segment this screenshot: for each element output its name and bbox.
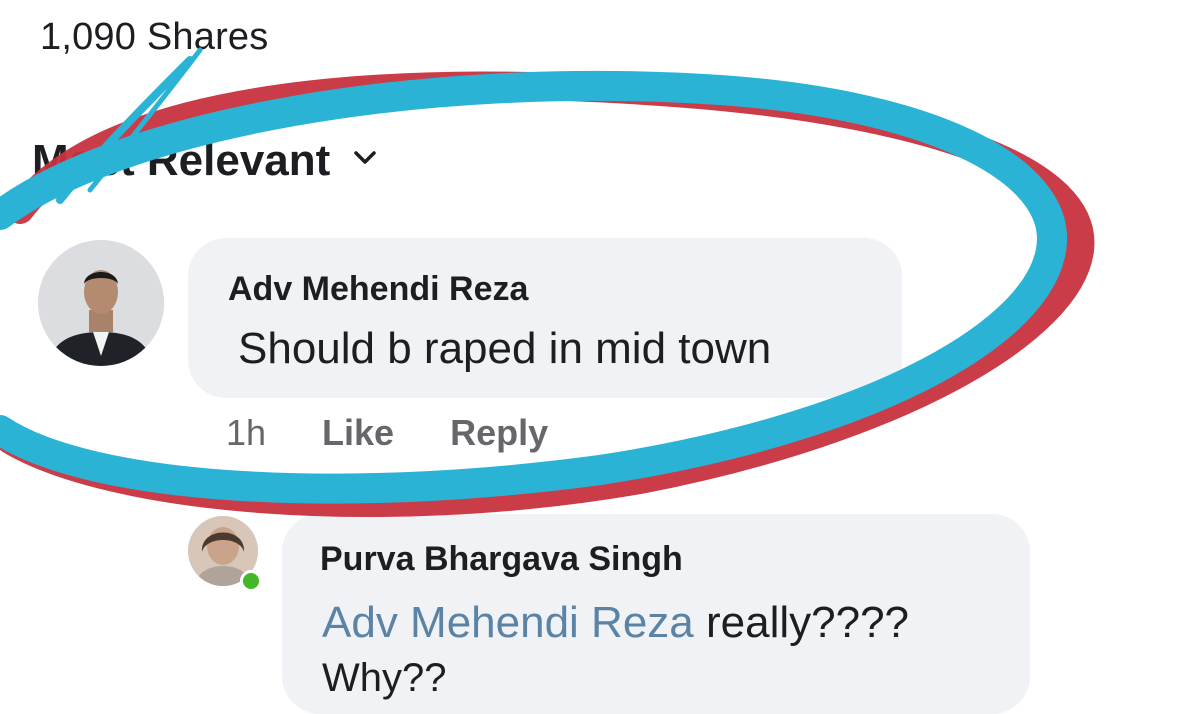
like-button[interactable]: Like — [322, 412, 394, 454]
chevron-down-icon — [354, 151, 377, 164]
reply-author-name[interactable]: Purva Bhargava Singh — [320, 540, 683, 579]
comment-actions: 1h Like Reply — [226, 412, 548, 454]
comment-text: Should b raped in mid town — [238, 324, 772, 373]
profile-photo-icon — [38, 240, 164, 366]
reply-mention-link[interactable]: Adv Mehendi Reza — [322, 598, 694, 647]
shares-count[interactable]: 1,090 Shares — [40, 16, 268, 59]
comment-bubble[interactable] — [188, 238, 902, 398]
reply-button[interactable]: Reply — [450, 412, 548, 454]
reply-text: Adv Mehendi Reza really???? — [322, 598, 909, 648]
comment-sort-label: Most Relevant — [32, 136, 331, 185]
online-status-badge — [240, 570, 262, 592]
comment-author-name[interactable]: Adv Mehendi Reza — [228, 270, 528, 309]
comment-sort-dropdown[interactable]: Most Relevant — [32, 136, 378, 186]
reply-text-body: really???? — [706, 598, 910, 647]
comment-timestamp[interactable]: 1h — [226, 412, 266, 454]
commenter-avatar[interactable] — [38, 240, 164, 366]
reply-text-line2: Why?? — [322, 656, 447, 700]
